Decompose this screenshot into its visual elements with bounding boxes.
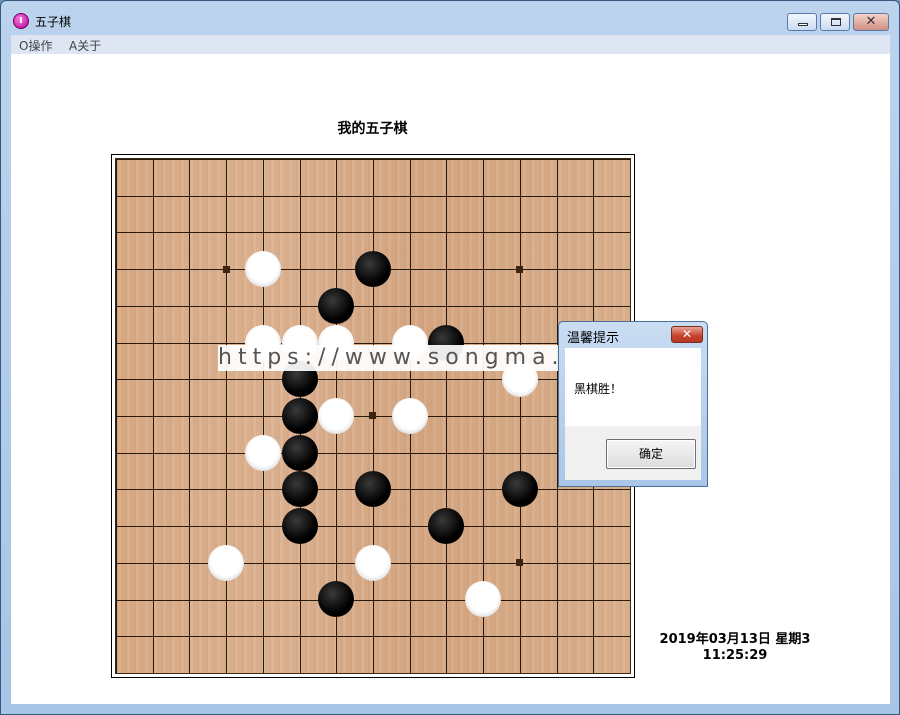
go-board[interactable] bbox=[115, 158, 631, 674]
white-stone bbox=[318, 397, 355, 434]
star-point bbox=[516, 559, 524, 567]
close-icon: ✕ bbox=[865, 14, 877, 29]
white-stone bbox=[208, 544, 245, 581]
black-stone bbox=[354, 251, 391, 288]
title-bar[interactable]: 五子棋 ✕ bbox=[1, 1, 899, 35]
maximize-button[interactable] bbox=[820, 13, 850, 31]
menu-about[interactable]: A关于 bbox=[69, 37, 101, 54]
black-stone bbox=[281, 397, 318, 434]
close-icon: ✕ bbox=[681, 327, 693, 341]
star-point bbox=[222, 265, 230, 273]
app-icon bbox=[13, 13, 29, 29]
ok-button[interactable]: 确定 bbox=[606, 439, 696, 469]
black-stone bbox=[501, 471, 538, 508]
white-stone bbox=[391, 397, 428, 434]
maximize-icon bbox=[831, 18, 841, 26]
dialog-body: 黑棋胜！ 确定 bbox=[565, 348, 701, 480]
message-dialog: 温馨提示 ✕ 黑棋胜！ 确定 bbox=[558, 321, 708, 487]
dialog-footer: 确定 bbox=[565, 426, 701, 480]
star-point bbox=[369, 412, 377, 420]
black-stone bbox=[318, 287, 355, 324]
white-stone bbox=[244, 251, 281, 288]
black-stone bbox=[354, 471, 391, 508]
black-stone bbox=[281, 508, 318, 544]
menu-bar: O操作 A关于 bbox=[11, 35, 890, 54]
minimize-icon bbox=[798, 23, 808, 26]
white-stone bbox=[354, 544, 391, 581]
black-stone bbox=[281, 471, 318, 508]
dialog-title: 温馨提示 bbox=[567, 331, 620, 346]
time-text: 11:25:29 bbox=[702, 648, 768, 663]
white-stone bbox=[244, 434, 281, 471]
datetime-display: 2019年03月13日 星期3 11:25:29 bbox=[640, 632, 830, 664]
game-title: 我的五子棋 bbox=[337, 121, 408, 137]
dialog-close-button[interactable]: ✕ bbox=[671, 326, 703, 343]
star-point bbox=[516, 265, 524, 273]
minimize-button[interactable] bbox=[787, 13, 817, 31]
date-text: 2019年03月13日 星期3 bbox=[659, 632, 811, 647]
dialog-message: 黑棋胜！ bbox=[574, 382, 623, 396]
menu-operate[interactable]: O操作 bbox=[19, 37, 52, 54]
close-button[interactable]: ✕ bbox=[853, 13, 889, 31]
window-title: 五子棋 bbox=[35, 15, 72, 29]
black-stone bbox=[281, 434, 318, 471]
